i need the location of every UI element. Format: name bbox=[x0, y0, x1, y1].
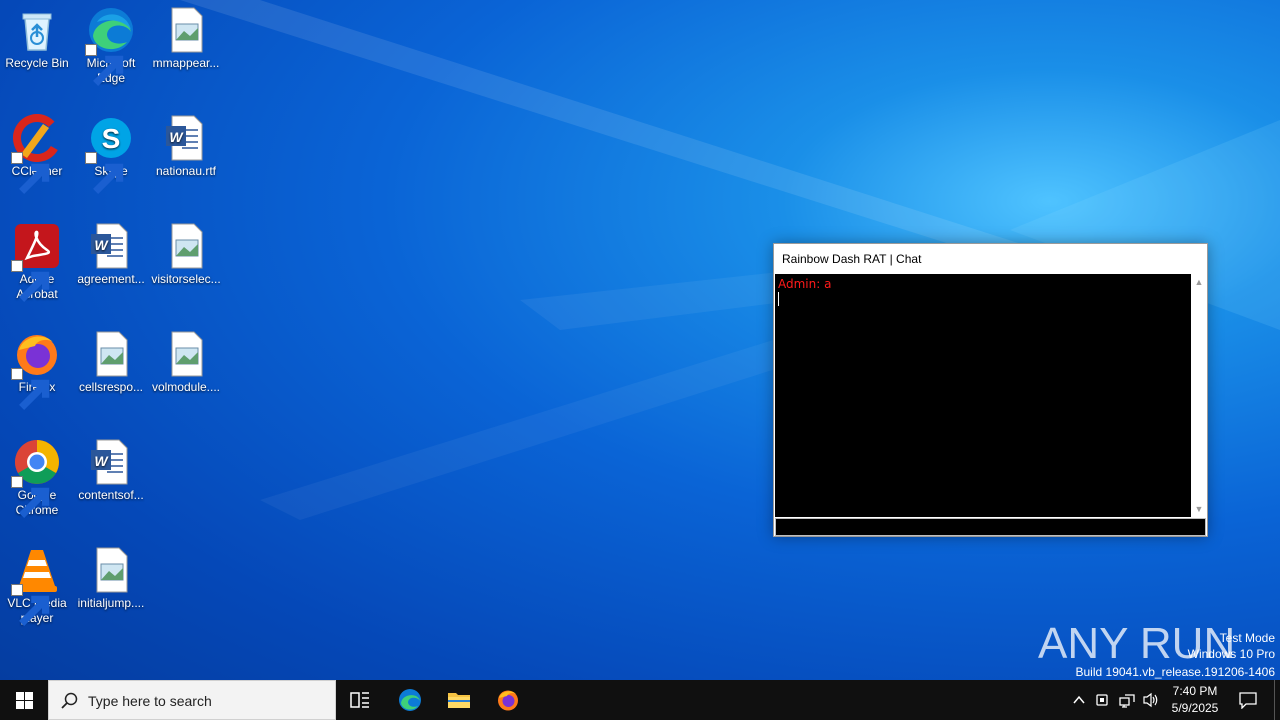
chat-log[interactable]: Admin: a bbox=[775, 274, 1191, 517]
search-icon bbox=[61, 692, 78, 709]
desktop-icon-label: cellsrespo... bbox=[78, 380, 144, 394]
watermark-edition: Windows 10 Pro bbox=[1187, 647, 1275, 661]
desktop-icon-recycle-bin[interactable]: Recycle Bin bbox=[0, 0, 74, 71]
scroll-up-icon[interactable]: ▲ bbox=[1191, 274, 1207, 290]
image-file-icon bbox=[162, 330, 210, 378]
edge-icon bbox=[85, 6, 135, 86]
desktop-icon-label: initialjump.... bbox=[77, 596, 145, 610]
word-document-icon: W bbox=[87, 438, 135, 486]
desktop-icon-label: agreement... bbox=[77, 272, 145, 286]
tray-network-button[interactable] bbox=[1116, 680, 1138, 720]
desktop-icon-label: volmodule.... bbox=[151, 380, 221, 394]
word-document-icon: W bbox=[162, 114, 210, 162]
shortcut-arrow-icon bbox=[11, 260, 50, 302]
chat-input[interactable] bbox=[775, 518, 1206, 536]
action-center-button[interactable] bbox=[1236, 680, 1260, 720]
desktop-icon-adobe-acrobat[interactable]: Adobe Acrobat bbox=[0, 216, 74, 302]
image-file-icon bbox=[162, 6, 210, 54]
task-view-button[interactable] bbox=[336, 680, 384, 720]
taskbar-firefox-button[interactable] bbox=[484, 680, 532, 720]
chevron-up-icon bbox=[1073, 695, 1085, 704]
desktop-icon-skype[interactable]: S Skype bbox=[74, 108, 148, 194]
desktop-icon-visitorselec[interactable]: visitorselec... bbox=[149, 216, 223, 287]
firefox-icon bbox=[11, 330, 61, 410]
svg-text:W: W bbox=[169, 129, 184, 145]
start-button[interactable] bbox=[0, 680, 48, 720]
ccleaner-icon bbox=[11, 114, 61, 194]
firefox-icon bbox=[498, 690, 518, 711]
acrobat-icon bbox=[11, 222, 61, 302]
chat-window[interactable]: Rainbow Dash RAT | Chat Admin: a ▲ ▼ bbox=[773, 243, 1208, 537]
svg-text:W: W bbox=[94, 237, 109, 253]
tray-volume-button[interactable] bbox=[1140, 680, 1162, 720]
anyrun-logo: ANY RUN bbox=[1038, 619, 1235, 668]
window-title[interactable]: Rainbow Dash RAT | Chat bbox=[774, 244, 1207, 274]
taskbar-search-box[interactable]: Type here to search bbox=[48, 680, 336, 720]
taskbar-file-explorer-button[interactable] bbox=[435, 680, 483, 720]
shortcut-arrow-icon bbox=[11, 368, 50, 410]
folder-icon bbox=[448, 693, 470, 708]
desktop-icon-label: visitorselec... bbox=[151, 272, 221, 286]
taskbar: Type here to search 7:40 PM 5/9/2025 bbox=[0, 680, 1280, 720]
taskbar-clock[interactable]: 7:40 PM 5/9/2025 bbox=[1162, 683, 1228, 717]
search-placeholder: Type here to search bbox=[88, 693, 212, 709]
chrome-icon bbox=[11, 438, 61, 518]
shortcut-arrow-icon bbox=[85, 44, 124, 86]
vlc-icon bbox=[11, 546, 61, 626]
tray-device-button[interactable] bbox=[1092, 680, 1114, 720]
show-hidden-icons-button[interactable] bbox=[1068, 680, 1090, 720]
desktop-icon-agreement[interactable]: W agreement... bbox=[74, 216, 148, 287]
watermark-test-mode: Test Mode bbox=[1219, 631, 1275, 645]
desktop-icon-microsoft-edge[interactable]: Microsoft Edge bbox=[74, 0, 148, 86]
shortcut-arrow-icon bbox=[11, 152, 50, 194]
svg-text:S: S bbox=[102, 123, 121, 154]
shortcut-arrow-icon bbox=[11, 584, 50, 626]
desktop-icon-label: mmappear... bbox=[152, 56, 220, 70]
device-icon bbox=[1096, 694, 1108, 706]
chat-message: Admin: a bbox=[778, 277, 832, 291]
volume-icon bbox=[1143, 692, 1158, 708]
show-desktop-button[interactable] bbox=[1274, 680, 1280, 720]
scroll-down-icon[interactable]: ▼ bbox=[1191, 501, 1207, 517]
clock-date: 5/9/2025 bbox=[1171, 701, 1219, 715]
image-file-icon bbox=[87, 330, 135, 378]
chat-scrollbar[interactable]: ▲ ▼ bbox=[1191, 274, 1207, 517]
desktop-icon-contentsof[interactable]: W contentsof... bbox=[74, 432, 148, 503]
watermark-build: Build 19041.vb_release.191206-1406 bbox=[1075, 665, 1276, 679]
desktop-icon-mmappear[interactable]: mmappear... bbox=[149, 0, 223, 71]
skype-icon: S bbox=[85, 114, 135, 194]
shortcut-arrow-icon bbox=[85, 152, 124, 194]
word-document-icon: W bbox=[87, 222, 135, 270]
image-file-icon bbox=[162, 222, 210, 270]
windows-logo-icon bbox=[16, 692, 33, 709]
recycle-bin-icon bbox=[13, 6, 61, 54]
desktop-icon-vlc[interactable]: VLC media player bbox=[0, 540, 74, 626]
desktop-icon-initialjump[interactable]: initialjump.... bbox=[74, 540, 148, 611]
desktop-icon-google-chrome[interactable]: Google Chrome bbox=[0, 432, 74, 518]
edge-icon bbox=[399, 689, 421, 711]
text-caret bbox=[778, 292, 779, 306]
desktop-icon-volmodule[interactable]: volmodule.... bbox=[149, 324, 223, 395]
desktop-icon-label: contentsof... bbox=[78, 488, 144, 502]
desktop-icon-cellsrespo[interactable]: cellsrespo... bbox=[74, 324, 148, 395]
taskbar-edge-button[interactable] bbox=[386, 680, 434, 720]
notification-icon bbox=[1239, 692, 1257, 709]
desktop-icon-firefox[interactable]: Firefox bbox=[0, 324, 74, 410]
desktop-icon-label: nationau.rtf bbox=[155, 164, 217, 178]
shortcut-arrow-icon bbox=[11, 476, 50, 518]
desktop-icon-label: Recycle Bin bbox=[5, 56, 69, 70]
svg-text:W: W bbox=[94, 453, 109, 469]
clock-time: 7:40 PM bbox=[1172, 684, 1218, 698]
desktop-icon-nationau[interactable]: W nationau.rtf bbox=[149, 108, 223, 179]
image-file-icon bbox=[87, 546, 135, 594]
network-icon bbox=[1119, 694, 1135, 708]
task-view-icon bbox=[350, 692, 369, 708]
desktop-icon-ccleaner[interactable]: CCleaner bbox=[0, 108, 74, 194]
